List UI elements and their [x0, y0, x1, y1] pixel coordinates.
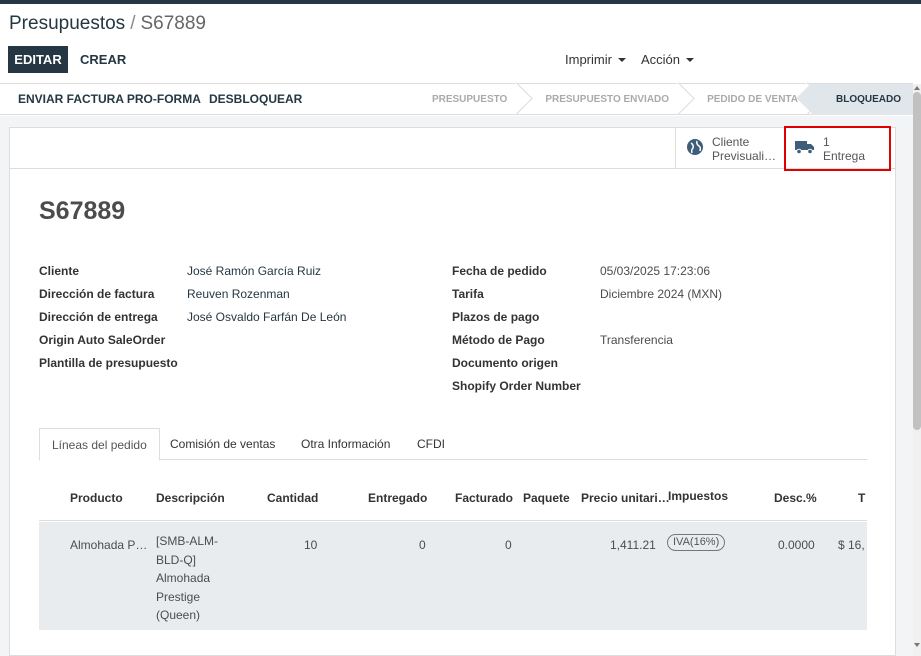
order-date-value: 05/03/2025 17:23:06	[600, 264, 711, 278]
col-taxes[interactable]: Impuestos	[668, 489, 728, 503]
edit-button[interactable]: EDITAR	[8, 46, 68, 73]
payment-terms-label: Plazos de pago	[452, 310, 540, 324]
form-sheet: Cliente Previsuali… 1 Entrega S67889 Clien…	[9, 126, 896, 656]
breadcrumb: Presupuestos / S67889	[9, 13, 206, 35]
col-invoiced[interactable]: Facturado	[455, 491, 513, 505]
create-button[interactable]: CREAR	[74, 46, 133, 73]
customer-preview-label: Cliente Previsuali…	[712, 134, 777, 163]
scroll-up-icon[interactable]	[914, 86, 920, 90]
print-dropdown[interactable]: Imprimir	[565, 52, 626, 67]
breadcrumb-parent[interactable]: Presupuestos	[9, 13, 125, 34]
row-total: $ 16,	[838, 538, 865, 552]
customer-value[interactable]: José Ramón García Ruiz	[187, 264, 321, 278]
stage-quotation[interactable]: PRESUPUESTO	[418, 84, 521, 115]
col-description[interactable]: Descripción	[156, 491, 225, 505]
row-discount: 0.0000	[778, 538, 815, 552]
quotation-template-label: Plantilla de presupuesto	[39, 356, 178, 370]
row-quantity: 10	[304, 538, 318, 552]
row-unit-price: 1,411.21	[610, 538, 656, 552]
smart-buttons-row: Cliente Previsuali… 1 Entrega	[10, 126, 895, 171]
breadcrumb-current: S67889	[140, 13, 206, 34]
globe-icon	[686, 138, 704, 159]
tab-sales-commission[interactable]: Comisión de ventas	[158, 428, 287, 460]
send-proforma-button[interactable]: ENVIAR FACTURA PRO-FORMA	[18, 84, 201, 115]
row-delivered: 0	[419, 538, 426, 552]
notebook-tabs: Líneas del pedido Comisión de ventas Otr…	[39, 428, 867, 461]
action-label: Acción	[641, 52, 681, 67]
tab-cfdi[interactable]: CFDI	[405, 428, 457, 460]
col-unit-price[interactable]: Precio unitari…	[581, 491, 670, 505]
row-description: [SMB-ALM- BLD-Q] Almohada Prestige (Quee…	[156, 534, 219, 622]
invoice-address-value[interactable]: Reuven Rozenman	[187, 287, 290, 301]
pricelist-label: Tarifa	[452, 287, 484, 301]
caret-down-icon	[686, 57, 695, 62]
pricelist-value: Diciembre 2024 (MXN)	[600, 287, 723, 301]
stage-pipeline: PRESUPUESTO PRESUPUESTO ENVIADO PEDIDO D…	[418, 84, 913, 115]
invoice-address-label: Dirección de factura	[39, 287, 155, 301]
source-document-label: Documento origen	[452, 356, 559, 370]
highlight-box	[784, 126, 891, 171]
tax-badge: IVA(16%)	[667, 534, 726, 551]
status-bar: ENVIAR FACTURA PRO-FORMA DESBLOQUEAR PRE…	[0, 83, 913, 115]
row-product: Almohada P…	[70, 538, 148, 552]
scrollbar-thumb[interactable]	[913, 92, 921, 430]
col-package[interactable]: Paquete	[523, 491, 570, 505]
col-product[interactable]: Producto	[70, 491, 123, 505]
breadcrumb-separator: /	[130, 13, 136, 34]
stage-locked[interactable]: BLOQUEADO	[812, 84, 913, 115]
order-date-label: Fecha de pedido	[452, 264, 547, 278]
top-bar	[0, 0, 921, 4]
stage-sales-order[interactable]: PEDIDO DE VENTA	[683, 84, 812, 115]
col-discount[interactable]: Desc.%	[774, 491, 817, 505]
customer-preview-button[interactable]: Cliente Previsuali…	[675, 128, 783, 169]
order-lines-header: Producto Descripción Cantidad Entregado …	[39, 473, 867, 521]
delivery-address-value[interactable]: José Osvaldo Farfán De León	[187, 310, 346, 324]
origin-auto-saleorder-label: Origin Auto SaleOrder	[39, 333, 166, 347]
col-total[interactable]: T	[858, 491, 865, 505]
stage-quotation-sent[interactable]: PRESUPUESTO ENVIADO	[521, 84, 683, 115]
payment-method-label: Método de Pago	[452, 333, 545, 347]
table-row[interactable]: Almohada P… [SMB-ALM- BLD-Q] Almohada Pr…	[39, 522, 867, 630]
payment-method-value: Transferencia	[600, 333, 673, 347]
col-delivered[interactable]: Entregado	[368, 491, 427, 505]
document-title: S67889	[39, 197, 126, 225]
tab-other-info[interactable]: Otra Información	[289, 428, 402, 460]
col-quantity[interactable]: Cantidad	[267, 491, 318, 505]
customer-label: Cliente	[39, 264, 80, 278]
caret-down-icon	[617, 57, 626, 62]
row-invoiced: 0	[505, 538, 512, 552]
print-label: Imprimir	[565, 52, 612, 67]
tab-order-lines[interactable]: Líneas del pedido	[39, 428, 160, 461]
delivery-address-label: Dirección de entrega	[39, 310, 158, 324]
unlock-button[interactable]: DESBLOQUEAR	[209, 84, 302, 115]
action-dropdown[interactable]: Acción	[641, 52, 695, 67]
shopify-order-number-label: Shopify Order Number	[452, 379, 581, 393]
scroll-down-icon[interactable]	[914, 643, 920, 647]
